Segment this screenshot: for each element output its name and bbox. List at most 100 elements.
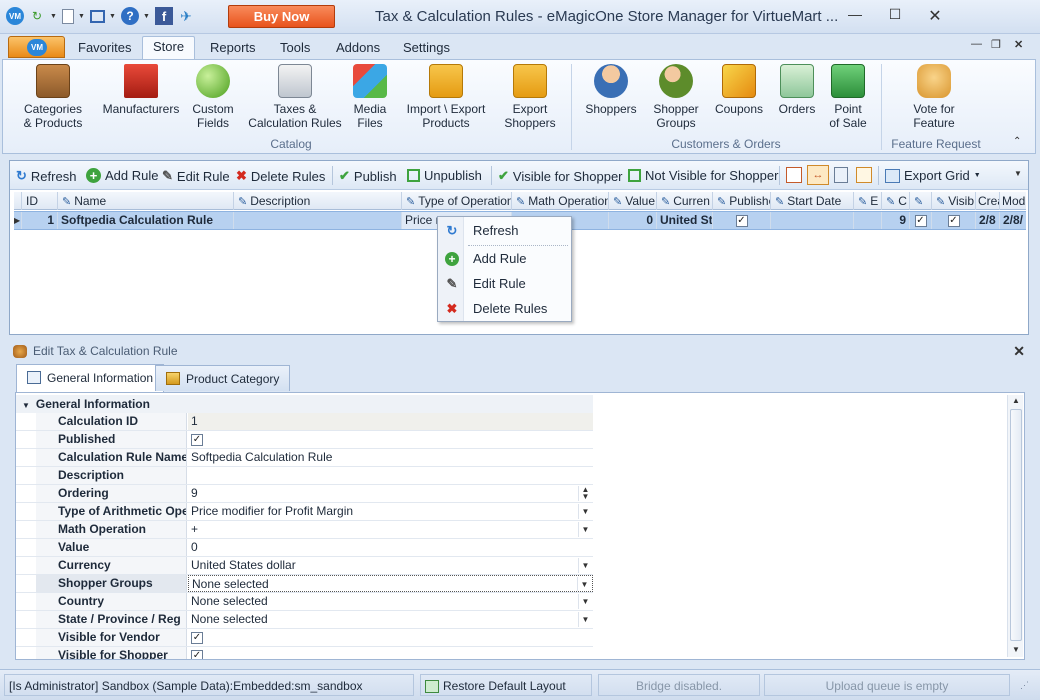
column-header-c[interactable]: ✎ C: [882, 192, 910, 210]
minimize-button[interactable]: —: [835, 6, 875, 26]
group-panel-icon[interactable]: [856, 167, 872, 183]
vertical-scrollbar[interactable]: ▲ ▼: [1007, 395, 1023, 657]
visible-vendor-field[interactable]: ✓: [188, 629, 593, 646]
visible-vendor-checkbox[interactable]: ✓: [191, 631, 203, 644]
bird-icon[interactable]: ✈: [177, 7, 195, 25]
ordering-stepper[interactable]: 9 ▲ ▼: [188, 485, 593, 502]
toolbar-overflow-icon[interactable]: ▼: [1014, 169, 1022, 178]
menu-item-edit-rule[interactable]: ✎ Edit Rule: [438, 273, 571, 295]
shopper-groups-button[interactable]: Shopper Groups: [648, 64, 704, 130]
restore-default-layout-button[interactable]: Restore Default Layout: [420, 674, 592, 696]
filter-icon[interactable]: [834, 167, 848, 183]
collapse-icon[interactable]: ▼: [22, 401, 30, 410]
cell-description[interactable]: [234, 212, 402, 229]
app-logo-icon[interactable]: VM: [6, 7, 24, 25]
menu-item-delete-rules[interactable]: ✖ Delete Rules: [438, 298, 571, 320]
currency-select[interactable]: United States dollar ▼: [188, 557, 593, 574]
dropdown-arrow-icon[interactable]: ▼: [578, 522, 592, 537]
custom-fields-button[interactable]: Custom Fields: [187, 64, 239, 130]
published-field[interactable]: ✓: [188, 431, 593, 448]
restore-button[interactable]: ☐: [875, 6, 915, 26]
dropdown-arrow-icon[interactable]: ▼: [50, 13, 58, 20]
column-header-type-of-operation[interactable]: ✎ Type of Operation: [402, 192, 512, 210]
column-header-value[interactable]: ✎ Value: [609, 192, 657, 210]
description-field[interactable]: [188, 467, 593, 484]
tab-general-information[interactable]: General Information: [16, 364, 165, 392]
ribbon-close-icon[interactable]: ✕: [1014, 38, 1023, 51]
export-grid-button[interactable]: Export Grid ▼: [885, 168, 981, 183]
state-select[interactable]: None selected ▼: [188, 611, 593, 628]
scroll-thumb[interactable]: [1010, 409, 1022, 641]
row-checkbox[interactable]: ✓: [914, 214, 927, 227]
dropdown-arrow-icon[interactable]: ▼: [578, 558, 592, 573]
menu-item-refresh[interactable]: ↻ Refresh: [438, 220, 571, 242]
tab-tools[interactable]: Tools: [270, 38, 320, 60]
dropdown-arrow-icon[interactable]: ▼: [578, 612, 592, 627]
column-header-name[interactable]: ✎ Name: [58, 192, 234, 210]
facebook-icon[interactable]: f: [155, 7, 173, 25]
column-header-description[interactable]: ✎ Description: [234, 192, 402, 210]
column-header-start-date[interactable]: ✎ Start Date: [771, 192, 854, 210]
column-header-math-operation[interactable]: ✎ Math Operation: [512, 192, 609, 210]
add-rule-button[interactable]: + Add Rule: [86, 168, 158, 183]
delete-rules-button[interactable]: ✖ Delete Rules: [236, 168, 325, 184]
arithmetic-type-select[interactable]: Price modifier for Profit Margin ▼: [188, 503, 593, 520]
math-operation-select[interactable]: + ▼: [188, 521, 593, 538]
dropdown-arrow-icon[interactable]: ▼: [578, 594, 592, 609]
column-header-modified[interactable]: Modif: [1000, 192, 1026, 210]
close-panel-button[interactable]: ✕: [1013, 343, 1025, 360]
value-field[interactable]: 0: [188, 539, 593, 556]
unpublish-button[interactable]: Unpublish: [407, 168, 482, 183]
dropdown-arrow-icon[interactable]: ▼: [109, 13, 117, 20]
country-select[interactable]: None selected ▼: [188, 593, 593, 610]
refresh-button[interactable]: ↻ Refresh: [16, 168, 76, 184]
taxes-calculation-rules-button[interactable]: Taxes & Calculation Rules: [247, 64, 343, 130]
coupons-button[interactable]: Coupons: [711, 64, 767, 116]
scroll-up-icon[interactable]: ▲: [1008, 396, 1024, 405]
lock-refresh-icon[interactable]: ↻: [28, 7, 46, 25]
resize-grip-icon[interactable]: ⋰: [1020, 680, 1029, 691]
vote-for-feature-button[interactable]: Vote for Feature: [899, 64, 969, 130]
column-header-currency[interactable]: ✎ Curren: [657, 192, 713, 210]
published-checkbox[interactable]: ✓: [191, 433, 203, 446]
categories-products-button[interactable]: Categories & Products: [21, 64, 85, 130]
best-fit-icon[interactable]: ↔: [807, 165, 829, 185]
menu-item-add-rule[interactable]: + Add Rule: [438, 248, 571, 270]
cell-value[interactable]: 0: [609, 212, 657, 229]
scroll-down-icon[interactable]: ▼: [1008, 645, 1024, 654]
import-export-products-button[interactable]: Import \ Export Products: [399, 64, 493, 130]
dropdown-arrow-icon[interactable]: ▼: [143, 13, 151, 20]
dropdown-arrow-icon[interactable]: ▼: [578, 504, 592, 519]
column-header-id[interactable]: ID: [22, 192, 58, 210]
cell-name[interactable]: Softpedia Calculation Rule: [58, 212, 234, 229]
visible-for-shopper-button[interactable]: ✔ Visible for Shopper: [498, 168, 623, 184]
visible-checkbox[interactable]: ✓: [947, 214, 960, 227]
visible-shopper-field[interactable]: ✓: [188, 647, 593, 659]
tab-settings[interactable]: Settings: [393, 38, 460, 60]
dropdown-arrow-icon[interactable]: ▼: [78, 13, 86, 20]
edit-rule-button[interactable]: ✎ Edit Rule: [162, 168, 230, 184]
cell-visible[interactable]: ✓: [932, 212, 976, 229]
cell-start-date[interactable]: [771, 212, 854, 229]
ribbon-restore-icon[interactable]: ❐: [991, 38, 1001, 51]
published-checkbox[interactable]: ✓: [735, 214, 748, 227]
cell-published[interactable]: ✓: [713, 212, 771, 229]
tab-addons[interactable]: Addons: [326, 38, 390, 60]
close-button[interactable]: ✕: [915, 6, 955, 26]
collapse-ribbon-icon[interactable]: ⌃: [1013, 136, 1021, 147]
cell-end-date[interactable]: [854, 212, 882, 229]
cell-id[interactable]: 1: [22, 212, 58, 229]
column-header-check[interactable]: ✎: [910, 192, 932, 210]
tab-product-category[interactable]: Product Category: [155, 365, 291, 391]
cell-currency[interactable]: United St: [657, 212, 713, 229]
publish-button[interactable]: ✔ Publish: [339, 168, 397, 184]
export-shoppers-button[interactable]: Export Shoppers: [500, 64, 560, 130]
shopper-groups-select[interactable]: None selected ▼: [188, 575, 593, 592]
buy-now-button[interactable]: Buy Now: [228, 5, 335, 28]
shoppers-button[interactable]: Shoppers: [581, 64, 641, 116]
dropdown-arrow-icon[interactable]: ▼: [577, 577, 591, 591]
point-of-sale-button[interactable]: Point of Sale: [825, 64, 871, 130]
application-menu-button[interactable]: VM: [8, 36, 65, 58]
property-category[interactable]: ▼ General Information: [16, 395, 593, 413]
column-header-created[interactable]: Crea: [976, 192, 1000, 210]
